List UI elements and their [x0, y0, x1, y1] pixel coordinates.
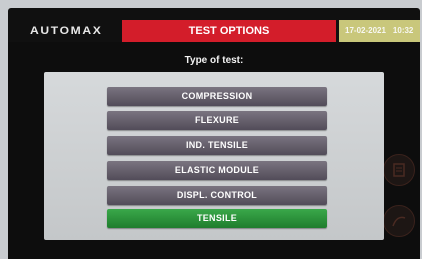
page-title: TEST OPTIONS: [122, 20, 336, 42]
curve-icon: [392, 216, 406, 227]
option-compression[interactable]: COMPRESSION: [107, 87, 327, 106]
option-ind-tensile[interactable]: IND. TENSILE: [107, 136, 327, 155]
option-displ-control[interactable]: DISPL. CONTROL: [107, 186, 327, 205]
option-flexure[interactable]: FLEXURE: [107, 111, 327, 130]
document-icon: [393, 163, 405, 177]
side-button-document[interactable]: [383, 154, 415, 186]
side-button-curve[interactable]: [383, 205, 415, 237]
time-text: 10:32: [392, 26, 414, 35]
test-type-prompt: Type of test:: [184, 55, 244, 66]
automax-logo: AUTOMAX: [30, 25, 103, 37]
option-tensile[interactable]: TENSILE: [107, 209, 327, 228]
date-time-display: 17-02-2021 10:32: [339, 20, 420, 42]
date-text: 17-02-2021: [345, 26, 386, 35]
header-bar: AUTOMAX TEST OPTIONS 17-02-2021 10:32: [8, 20, 420, 42]
option-elastic-module[interactable]: ELASTIC MODULE: [107, 161, 327, 180]
